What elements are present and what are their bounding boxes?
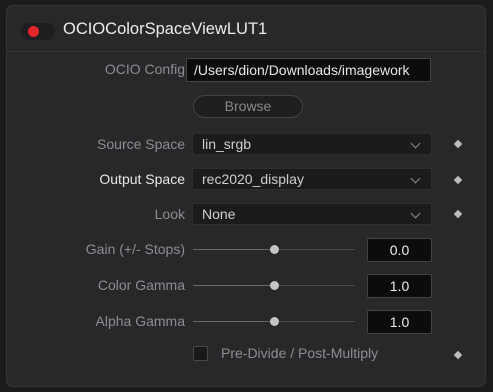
look-dropdown[interactable]: None xyxy=(192,203,432,225)
alpha-gamma-slider[interactable] xyxy=(193,317,355,326)
output-space-label: Output Space xyxy=(99,171,185,187)
predivide-label: Pre-Divide / Post-Multiply xyxy=(221,345,379,361)
color-gamma-value-field[interactable]: 1.0 xyxy=(367,274,432,298)
color-gamma-label: Color Gamma xyxy=(97,277,185,293)
output-space-value: rec2020_display xyxy=(202,171,304,187)
look-label: Look xyxy=(154,206,185,222)
gain-slider-thumb[interactable] xyxy=(270,245,279,254)
gain-value-field[interactable]: 0.0 xyxy=(367,238,432,262)
node-title: OCIOColorSpaceViewLUT1 xyxy=(63,20,268,38)
source-space-value: lin_srgb xyxy=(202,136,252,152)
chevron-down-icon xyxy=(410,138,421,149)
chevron-down-icon xyxy=(410,173,421,184)
ocio-config-label: OCIO Config xyxy=(104,61,185,77)
chevron-down-icon xyxy=(410,208,421,219)
gain-label: Gain (+/- Stops) xyxy=(85,241,185,257)
output-space-dropdown[interactable]: rec2020_display xyxy=(192,168,432,190)
alpha-gamma-slider-thumb[interactable] xyxy=(270,317,279,326)
gain-slider[interactable] xyxy=(193,245,355,254)
ocio-config-field[interactable]: /Users/dion/Downloads/imagework xyxy=(186,58,431,82)
node-enable-toggle[interactable] xyxy=(21,23,55,40)
source-space-label: Source Space xyxy=(97,136,185,152)
node-header: OCIOColorSpaceViewLUT1 xyxy=(7,6,485,52)
enable-dot-icon xyxy=(28,26,39,37)
predivide-checkbox[interactable] xyxy=(193,346,208,361)
alpha-gamma-slider-fill xyxy=(193,321,274,322)
browse-button[interactable]: Browse xyxy=(193,95,303,118)
alpha-gamma-label: Alpha Gamma xyxy=(95,313,185,329)
alpha-gamma-value-field[interactable]: 1.0 xyxy=(367,310,432,334)
color-gamma-slider-thumb[interactable] xyxy=(270,281,279,290)
color-gamma-slider-fill xyxy=(193,285,274,286)
gain-slider-fill xyxy=(193,249,274,250)
color-gamma-slider[interactable] xyxy=(193,281,355,290)
source-space-dropdown[interactable]: lin_srgb xyxy=(192,133,432,155)
look-value: None xyxy=(202,206,236,222)
